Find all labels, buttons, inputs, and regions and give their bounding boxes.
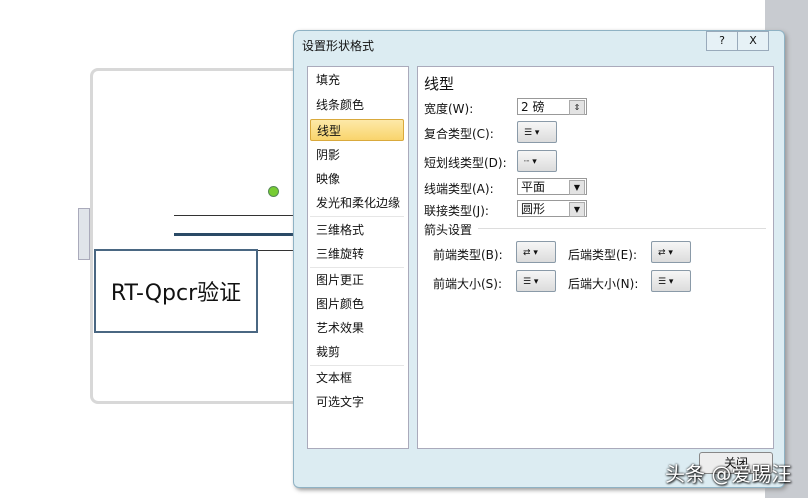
category-fill[interactable]: 填充 — [310, 69, 404, 91]
category-reflection[interactable]: 映像 — [310, 168, 404, 190]
category-3d-format[interactable]: 三维格式 — [310, 219, 404, 241]
category-3d-rotation[interactable]: 三维旋转 — [310, 243, 404, 265]
category-list: 填充 线条颜色 线型 阴影 映像 发光和柔化边缘 三维格式 三维旋转 图片更正 … — [307, 66, 409, 449]
end-size-label: 后端大小(N): — [568, 277, 639, 291]
width-value: 2 磅 — [521, 100, 545, 114]
join-type-value: 圆形 — [521, 202, 546, 216]
chevron-down-icon: ▼ — [569, 202, 585, 217]
shape-textbox[interactable]: RT-Qpcr验证 — [94, 249, 258, 333]
line-style-panel: 线型 宽度(W): 2 磅 ⇕ 复合类型(C): ☰ ▾ 短划线类型(D): ┈ … — [417, 66, 774, 449]
connector-line — [174, 215, 294, 216]
close-x-button[interactable]: X — [737, 31, 769, 51]
category-crop[interactable]: 裁剪 — [310, 341, 404, 363]
spinner-arrows-icon[interactable]: ⇕ — [569, 100, 585, 115]
category-line-style[interactable]: 线型 — [310, 119, 404, 141]
panel-heading: 线型 — [424, 75, 455, 93]
end-type-label: 后端类型(E): — [568, 248, 637, 262]
begin-type-label: 前端类型(B): — [433, 248, 503, 262]
slide-canvas[interactable] — [90, 68, 311, 404]
dash-type-dropdown[interactable]: ┈ ▾ — [517, 150, 557, 172]
cap-type-select[interactable]: 平面 ▼ — [517, 178, 587, 195]
category-picture-color[interactable]: 图片颜色 — [310, 293, 404, 315]
join-type-label: 联接类型(J): — [424, 204, 489, 218]
category-artistic-effects[interactable]: 艺术效果 — [310, 317, 404, 339]
format-shape-dialog: 设置形状格式 ? X 填充 线条颜色 线型 阴影 映像 发光和柔化边缘 三维格式… — [293, 30, 785, 488]
category-picture-corrections[interactable]: 图片更正 — [310, 269, 404, 291]
end-type-dropdown[interactable]: ⇄ ▾ — [651, 241, 691, 263]
cap-type-value: 平面 — [521, 180, 546, 194]
chevron-down-icon: ▼ — [569, 180, 585, 195]
watermark: 头条 @爱踢汪 — [665, 462, 792, 486]
arrow-section-label: 箭头设置 — [424, 223, 473, 237]
help-button[interactable]: ? — [706, 31, 738, 51]
category-line-color[interactable]: 线条颜色 — [310, 94, 404, 116]
category-shadow[interactable]: 阴影 — [310, 144, 404, 166]
begin-type-dropdown[interactable]: ⇄ ▾ — [516, 241, 556, 263]
join-type-select[interactable]: 圆形 ▼ — [517, 200, 587, 217]
begin-size-dropdown[interactable]: ☰ ▾ — [516, 270, 556, 292]
divider — [478, 228, 766, 229]
cap-type-label: 线端类型(A): — [424, 182, 494, 196]
category-glow[interactable]: 发光和柔化边缘 — [310, 192, 404, 214]
category-text-box[interactable]: 文本框 — [310, 367, 404, 389]
compound-type-label: 复合类型(C): — [424, 127, 494, 141]
end-size-dropdown[interactable]: ☰ ▾ — [651, 270, 691, 292]
connector-line[interactable] — [174, 233, 294, 236]
begin-size-label: 前端大小(S): — [433, 277, 503, 291]
compound-type-dropdown[interactable]: ☰ ▾ — [517, 121, 557, 143]
dialog-title: 设置形状格式 — [302, 39, 375, 53]
category-alt-text[interactable]: 可选文字 — [310, 391, 404, 413]
dash-type-label: 短划线类型(D): — [424, 156, 507, 170]
width-label: 宽度(W): — [424, 102, 474, 116]
width-spinner[interactable]: 2 磅 ⇕ — [517, 98, 587, 115]
panel-collapse-handle[interactable] — [78, 208, 90, 260]
rotate-handle[interactable] — [268, 186, 279, 197]
